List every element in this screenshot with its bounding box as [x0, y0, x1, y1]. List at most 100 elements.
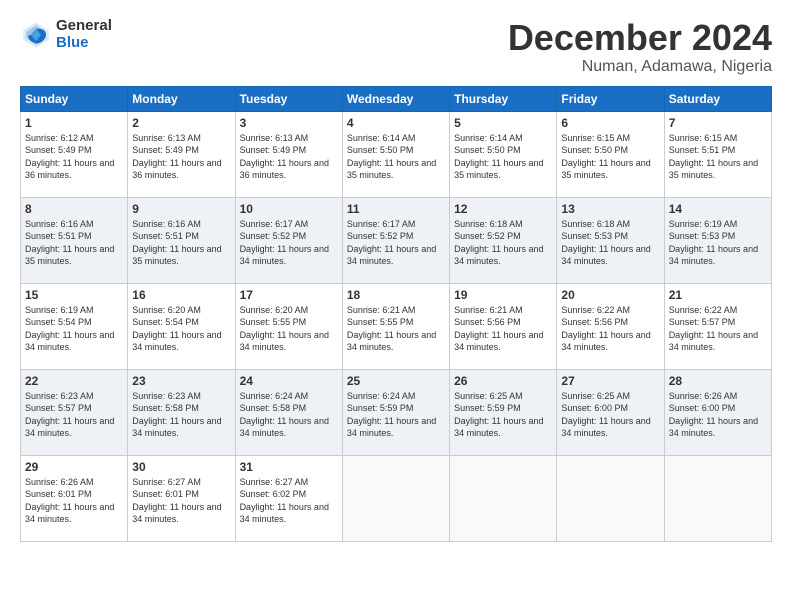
- day-number: 16: [132, 288, 230, 302]
- day-number: 29: [25, 460, 123, 474]
- day-number: 17: [240, 288, 338, 302]
- header-wednesday: Wednesday: [342, 86, 449, 111]
- header: General Blue December 2024 Numan, Adamaw…: [20, 18, 772, 76]
- day-number: 19: [454, 288, 552, 302]
- cell-info: Sunrise: 6:14 AMSunset: 5:50 PMDaylight:…: [454, 132, 552, 182]
- cell-info: Sunrise: 6:26 AMSunset: 6:00 PMDaylight:…: [669, 390, 767, 440]
- day-number: 21: [669, 288, 767, 302]
- header-sunday: Sunday: [21, 86, 128, 111]
- calendar-table: Sunday Monday Tuesday Wednesday Thursday…: [20, 86, 772, 542]
- day-number: 31: [240, 460, 338, 474]
- day-cell: 25 Sunrise: 6:24 AMSunset: 5:59 PMDayligh…: [342, 369, 449, 455]
- day-cell: 28 Sunrise: 6:26 AMSunset: 6:00 PMDayligh…: [664, 369, 771, 455]
- day-number: 28: [669, 374, 767, 388]
- day-cell: 10Sunrise: 6:17 AMSunset: 5:52 PMDayligh…: [235, 197, 342, 283]
- day-cell: 3 Sunrise: 6:13 AMSunset: 5:49 PMDaylight…: [235, 111, 342, 197]
- cell-info: Sunrise: 6:21 AMSunset: 5:55 PMDaylight:…: [347, 304, 445, 354]
- day-cell: 24Sunrise: 6:24 AMSunset: 5:58 PMDayligh…: [235, 369, 342, 455]
- day-number: 15: [25, 288, 123, 302]
- day-number: 7: [669, 116, 767, 130]
- day-cell: [342, 455, 449, 541]
- cell-info: Sunrise: 6:25 AMSunset: 6:00 PMDaylight:…: [561, 390, 659, 440]
- day-cell: 14 Sunrise: 6:19 AMSunset: 5:53 PMDayligh…: [664, 197, 771, 283]
- logo-general-text: General: [56, 18, 112, 35]
- header-row: Sunday Monday Tuesday Wednesday Thursday…: [21, 86, 772, 111]
- day-cell: 15Sunrise: 6:19 AMSunset: 5:54 PMDayligh…: [21, 283, 128, 369]
- calendar-row-5: 29 Sunrise: 6:26 AMSunset: 6:01 PMDayligh…: [21, 455, 772, 541]
- logo: General Blue: [20, 18, 112, 51]
- day-cell: 19 Sunrise: 6:21 AMSunset: 5:56 PMDayligh…: [450, 283, 557, 369]
- day-cell: 17 Sunrise: 6:20 AMSunset: 5:55 PMDayligh…: [235, 283, 342, 369]
- day-number: 24: [240, 374, 338, 388]
- cell-info: Sunrise: 6:20 AMSunset: 5:55 PMDaylight:…: [240, 304, 338, 354]
- day-cell: 6Sunrise: 6:15 AMSunset: 5:50 PMDaylight…: [557, 111, 664, 197]
- cell-info: Sunrise: 6:21 AMSunset: 5:56 PMDaylight:…: [454, 304, 552, 354]
- cell-info: Sunrise: 6:16 AMSunset: 5:51 PMDaylight:…: [25, 218, 123, 268]
- day-number: 9: [132, 202, 230, 216]
- day-number: 25: [347, 374, 445, 388]
- day-cell: 5 Sunrise: 6:14 AMSunset: 5:50 PMDaylight…: [450, 111, 557, 197]
- day-cell: 2Sunrise: 6:13 AMSunset: 5:49 PMDaylight…: [128, 111, 235, 197]
- cell-info: Sunrise: 6:15 AMSunset: 5:50 PMDaylight:…: [561, 132, 659, 182]
- day-cell: 1 Sunrise: 6:12 AMSunset: 5:49 PMDaylight…: [21, 111, 128, 197]
- day-cell: 20Sunrise: 6:22 AMSunset: 5:56 PMDayligh…: [557, 283, 664, 369]
- cell-info: Sunrise: 6:12 AMSunset: 5:49 PMDaylight:…: [25, 132, 123, 182]
- day-number: 14: [669, 202, 767, 216]
- day-number: 27: [561, 374, 659, 388]
- header-friday: Friday: [557, 86, 664, 111]
- cell-info: Sunrise: 6:27 AMSunset: 6:02 PMDaylight:…: [240, 476, 338, 526]
- calendar-row-2: 8 Sunrise: 6:16 AMSunset: 5:51 PMDaylight…: [21, 197, 772, 283]
- day-number: 10: [240, 202, 338, 216]
- day-cell: [450, 455, 557, 541]
- logo-blue-text: Blue: [56, 35, 112, 52]
- day-number: 8: [25, 202, 123, 216]
- page: General Blue December 2024 Numan, Adamaw…: [0, 0, 792, 612]
- header-saturday: Saturday: [664, 86, 771, 111]
- day-cell: 11Sunrise: 6:17 AMSunset: 5:52 PMDayligh…: [342, 197, 449, 283]
- cell-info: Sunrise: 6:19 AMSunset: 5:53 PMDaylight:…: [669, 218, 767, 268]
- header-thursday: Thursday: [450, 86, 557, 111]
- cell-info: Sunrise: 6:15 AMSunset: 5:51 PMDaylight:…: [669, 132, 767, 182]
- day-cell: 12 Sunrise: 6:18 AMSunset: 5:52 PMDayligh…: [450, 197, 557, 283]
- cell-info: Sunrise: 6:17 AMSunset: 5:52 PMDaylight:…: [347, 218, 445, 268]
- calendar-row-3: 15Sunrise: 6:19 AMSunset: 5:54 PMDayligh…: [21, 283, 772, 369]
- day-number: 1: [25, 116, 123, 130]
- day-cell: 31 Sunrise: 6:27 AMSunset: 6:02 PMDayligh…: [235, 455, 342, 541]
- day-cell: 13 Sunrise: 6:18 AMSunset: 5:53 PMDayligh…: [557, 197, 664, 283]
- cell-info: Sunrise: 6:24 AMSunset: 5:59 PMDaylight:…: [347, 390, 445, 440]
- day-cell: 22Sunrise: 6:23 AMSunset: 5:57 PMDayligh…: [21, 369, 128, 455]
- cell-info: Sunrise: 6:23 AMSunset: 5:58 PMDaylight:…: [132, 390, 230, 440]
- cell-info: Sunrise: 6:22 AMSunset: 5:57 PMDaylight:…: [669, 304, 767, 354]
- day-cell: 21 Sunrise: 6:22 AMSunset: 5:57 PMDayligh…: [664, 283, 771, 369]
- cell-info: Sunrise: 6:22 AMSunset: 5:56 PMDaylight:…: [561, 304, 659, 354]
- cell-info: Sunrise: 6:26 AMSunset: 6:01 PMDaylight:…: [25, 476, 123, 526]
- day-cell: 7 Sunrise: 6:15 AMSunset: 5:51 PMDaylight…: [664, 111, 771, 197]
- logo-text: General Blue: [56, 18, 112, 51]
- day-cell: 9 Sunrise: 6:16 AMSunset: 5:51 PMDaylight…: [128, 197, 235, 283]
- header-monday: Monday: [128, 86, 235, 111]
- cell-info: Sunrise: 6:16 AMSunset: 5:51 PMDaylight:…: [132, 218, 230, 268]
- day-number: 26: [454, 374, 552, 388]
- cell-info: Sunrise: 6:13 AMSunset: 5:49 PMDaylight:…: [132, 132, 230, 182]
- logo-icon: [20, 19, 52, 51]
- day-cell: 18Sunrise: 6:21 AMSunset: 5:55 PMDayligh…: [342, 283, 449, 369]
- day-number: 3: [240, 116, 338, 130]
- day-cell: 8 Sunrise: 6:16 AMSunset: 5:51 PMDaylight…: [21, 197, 128, 283]
- day-cell: [557, 455, 664, 541]
- day-number: 12: [454, 202, 552, 216]
- day-cell: 29 Sunrise: 6:26 AMSunset: 6:01 PMDayligh…: [21, 455, 128, 541]
- cell-info: Sunrise: 6:13 AMSunset: 5:49 PMDaylight:…: [240, 132, 338, 182]
- cell-info: Sunrise: 6:20 AMSunset: 5:54 PMDaylight:…: [132, 304, 230, 354]
- cell-info: Sunrise: 6:14 AMSunset: 5:50 PMDaylight:…: [347, 132, 445, 182]
- title-block: December 2024 Numan, Adamawa, Nigeria: [508, 18, 772, 76]
- day-number: 4: [347, 116, 445, 130]
- cell-info: Sunrise: 6:18 AMSunset: 5:52 PMDaylight:…: [454, 218, 552, 268]
- header-tuesday: Tuesday: [235, 86, 342, 111]
- day-cell: 23Sunrise: 6:23 AMSunset: 5:58 PMDayligh…: [128, 369, 235, 455]
- calendar-row-1: 1 Sunrise: 6:12 AMSunset: 5:49 PMDaylight…: [21, 111, 772, 197]
- day-number: 5: [454, 116, 552, 130]
- month-title: December 2024: [508, 18, 772, 58]
- day-number: 13: [561, 202, 659, 216]
- cell-info: Sunrise: 6:18 AMSunset: 5:53 PMDaylight:…: [561, 218, 659, 268]
- day-cell: 4 Sunrise: 6:14 AMSunset: 5:50 PMDaylight…: [342, 111, 449, 197]
